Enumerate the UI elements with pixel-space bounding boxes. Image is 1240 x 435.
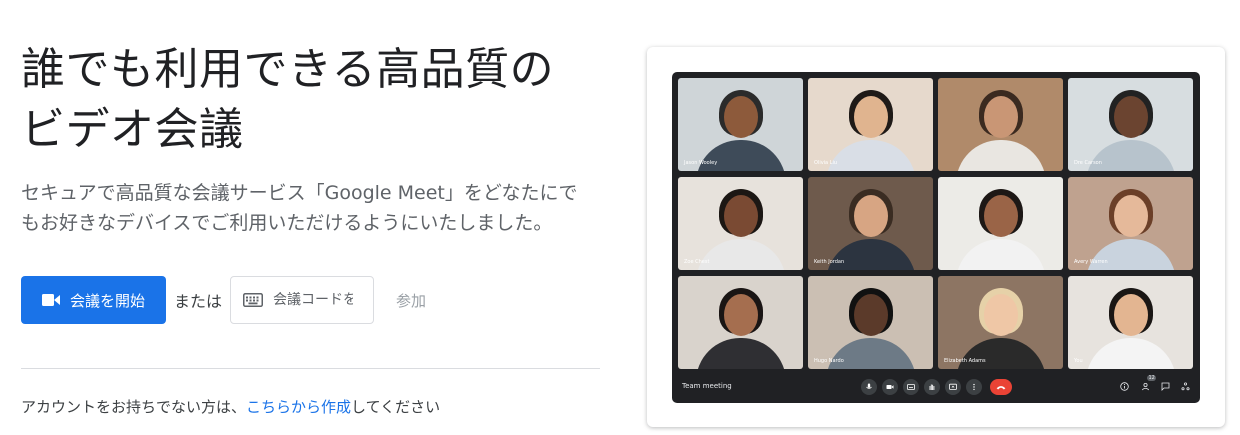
participant-name: You [1074,358,1083,364]
participant-face [1114,294,1148,336]
signup-suffix: してください [351,398,441,416]
participant-name: Elizabeth Adams [944,358,986,364]
participant-face [724,195,758,237]
participant-tile: Avery Warren [1068,177,1193,270]
raise-hand-icon [924,379,940,395]
meeting-toolbar: Team meeting 12 [672,373,1200,403]
participant-face [854,96,888,138]
headline-line-1: 誰でも利用できる高品質の [21,44,555,95]
participant-tile [938,177,1063,270]
keyboard-icon [243,293,264,307]
people-count-badge: 12 [1147,375,1157,381]
people-icon [1141,382,1150,391]
participant-name: Avery Warren [1074,259,1108,265]
divider [21,368,600,369]
hero: 誰でも利用できる高品質の ビデオ会議 セキュアで高品質な会議サービス「Googl… [21,40,601,238]
info-icon [1120,382,1129,391]
join-button[interactable]: 参加 [396,290,426,311]
participant-name: Hugo Nardo [814,358,844,364]
participant-face [854,195,888,237]
participant-face [724,96,758,138]
meeting-code-field[interactable] [230,276,375,324]
more-options-icon [966,379,982,395]
video-camera-icon [41,294,60,306]
participant-face [1114,195,1148,237]
participant-tile: Jason Wooley [678,78,803,171]
hang-up-icon [990,379,1012,395]
present-icon [945,379,961,395]
participant-face [724,294,758,336]
participant-tile: Dre Carson [1068,78,1193,171]
participant-name: Keith Jordan [814,259,845,265]
participant-name: Olivia Liu [814,160,838,166]
participant-tile: Zoe Chest [678,177,803,270]
camera-icon [882,379,898,395]
meeting-code-input[interactable] [273,292,354,308]
start-meeting-button[interactable]: 会議を開始 [21,276,166,324]
participant-face [1114,96,1148,138]
headline: 誰でも利用できる高品質の ビデオ会議 [21,40,601,160]
participant-name: Dre Carson [1074,160,1102,166]
participant-face [984,96,1018,138]
subtitle-line-2: もお好きなデバイスでご利用いただけるようにいたしました。 [21,212,553,234]
participant-name: Jason Wooley [684,160,718,166]
activities-icon [1181,382,1190,391]
chat-icon [1161,382,1170,391]
participant-face [984,294,1018,336]
subtitle-line-1: セキュアで高品質な会議サービス「Google Meet」をどなたにで [21,182,578,204]
signup-text: アカウントをお持ちでない方は、こちらから作成してください [21,396,440,417]
meeting-actions: 会議を開始 または 参加 [21,276,426,324]
participant-tile: You [1068,276,1193,369]
captions-icon [903,379,919,395]
mic-icon [861,379,877,395]
participant-tile: Hugo Nardo [808,276,933,369]
participant-tile [678,276,803,369]
participant-tile: Elizabeth Adams [938,276,1063,369]
create-account-link[interactable]: こちらから作成 [246,398,351,416]
participant-face [984,195,1018,237]
signup-prefix: アカウントをお持ちでない方は、 [21,398,247,416]
participant-tile: Keith Jordan [808,177,933,270]
or-label: または [174,292,223,311]
participant-tile [938,78,1063,171]
headline-line-2: ビデオ会議 [21,104,244,155]
meet-preview-screen: Jason Wooley Olivia Liu Dre Carson Zoe Ches… [672,72,1200,403]
participant-face [854,294,888,336]
start-meeting-label: 会議を開始 [69,291,145,310]
meet-preview-card: Jason Wooley Olivia Liu Dre Carson Zoe Ches… [647,47,1225,427]
participant-tile: Olivia Liu [808,78,933,171]
meeting-title: Team meeting [682,382,732,390]
participant-name: Zoe Chest [684,259,710,265]
subtitle: セキュアで高品質な会議サービス「Google Meet」をどなたにで もお好きな… [21,178,611,238]
